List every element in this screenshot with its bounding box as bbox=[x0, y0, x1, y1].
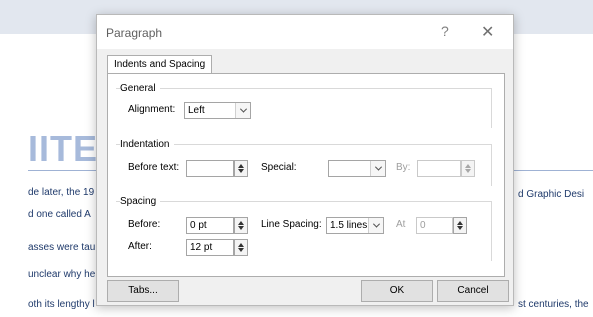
chevron-down-icon bbox=[235, 103, 250, 118]
before-text-spinner[interactable] bbox=[234, 160, 248, 177]
indentation-group: Indentation Before text: Special: By: bbox=[116, 139, 492, 186]
line-spacing-label: Line Spacing: bbox=[261, 219, 322, 230]
dialog-titlebar[interactable]: Paragraph ? ✕ bbox=[97, 15, 513, 49]
after-label: After: bbox=[128, 241, 152, 252]
at-field[interactable]: 0 bbox=[416, 217, 453, 234]
alignment-dropdown[interactable]: Left bbox=[184, 102, 251, 119]
before-spacing-spinner[interactable] bbox=[234, 217, 248, 234]
before-text-label: Before text: bbox=[128, 162, 180, 173]
spacing-group: Spacing Before: 0 pt Line Spacing: 1.5 l… bbox=[116, 196, 492, 261]
alignment-label: Alignment: bbox=[128, 104, 176, 115]
general-group-title: General bbox=[120, 83, 160, 94]
by-field[interactable] bbox=[417, 160, 461, 177]
tab-indents-and-spacing[interactable]: Indents and Spacing bbox=[107, 55, 213, 74]
spacing-group-title: Spacing bbox=[120, 196, 161, 207]
alignment-value: Left bbox=[188, 105, 205, 116]
by-label: By: bbox=[396, 162, 411, 173]
ok-button[interactable]: OK bbox=[361, 280, 433, 302]
after-spacing-field[interactable]: 12 pt bbox=[186, 239, 234, 256]
line-spacing-dropdown[interactable]: 1.5 lines bbox=[326, 217, 384, 234]
tab-panel: General Alignment: Left Indentation Befo… bbox=[107, 73, 505, 277]
document-text-line: asses were tau bbox=[28, 242, 96, 253]
by-spinner[interactable] bbox=[461, 160, 475, 177]
cancel-button[interactable]: Cancel bbox=[437, 280, 509, 302]
close-icon[interactable]: ✕ bbox=[481, 22, 494, 42]
indentation-group-title: Indentation bbox=[120, 139, 174, 150]
dialog-title: Paragraph bbox=[106, 26, 163, 40]
at-spinner[interactable] bbox=[453, 217, 467, 234]
paragraph-dialog: Paragraph ? ✕ Indents and Spacing Genera… bbox=[96, 14, 514, 306]
line-spacing-value: 1.5 lines bbox=[330, 220, 368, 231]
document-text-line: de later, the 19 bbox=[28, 187, 95, 198]
document-text-line: d Graphic Desi bbox=[518, 189, 585, 200]
special-dropdown[interactable] bbox=[328, 160, 386, 177]
document-text-line: oth its lengthy l bbox=[28, 299, 95, 310]
after-spacing-spinner[interactable] bbox=[234, 239, 248, 256]
help-icon[interactable]: ? bbox=[441, 23, 449, 39]
document-text-line: unclear why he bbox=[28, 269, 96, 280]
chevron-down-icon bbox=[370, 161, 385, 176]
before-text-field[interactable] bbox=[186, 160, 234, 177]
special-label: Special: bbox=[261, 162, 297, 173]
document-text-line: d one called A bbox=[28, 209, 91, 220]
document-text-line: st centuries, the bbox=[518, 299, 589, 310]
before-label: Before: bbox=[128, 219, 161, 230]
at-label: At bbox=[396, 219, 406, 230]
tabs-button[interactable]: Tabs... bbox=[107, 280, 179, 302]
document-heading: IITE bbox=[28, 128, 99, 169]
general-group: General Alignment: Left bbox=[116, 83, 492, 128]
before-spacing-field[interactable]: 0 pt bbox=[186, 217, 234, 234]
chevron-down-icon bbox=[368, 218, 383, 233]
